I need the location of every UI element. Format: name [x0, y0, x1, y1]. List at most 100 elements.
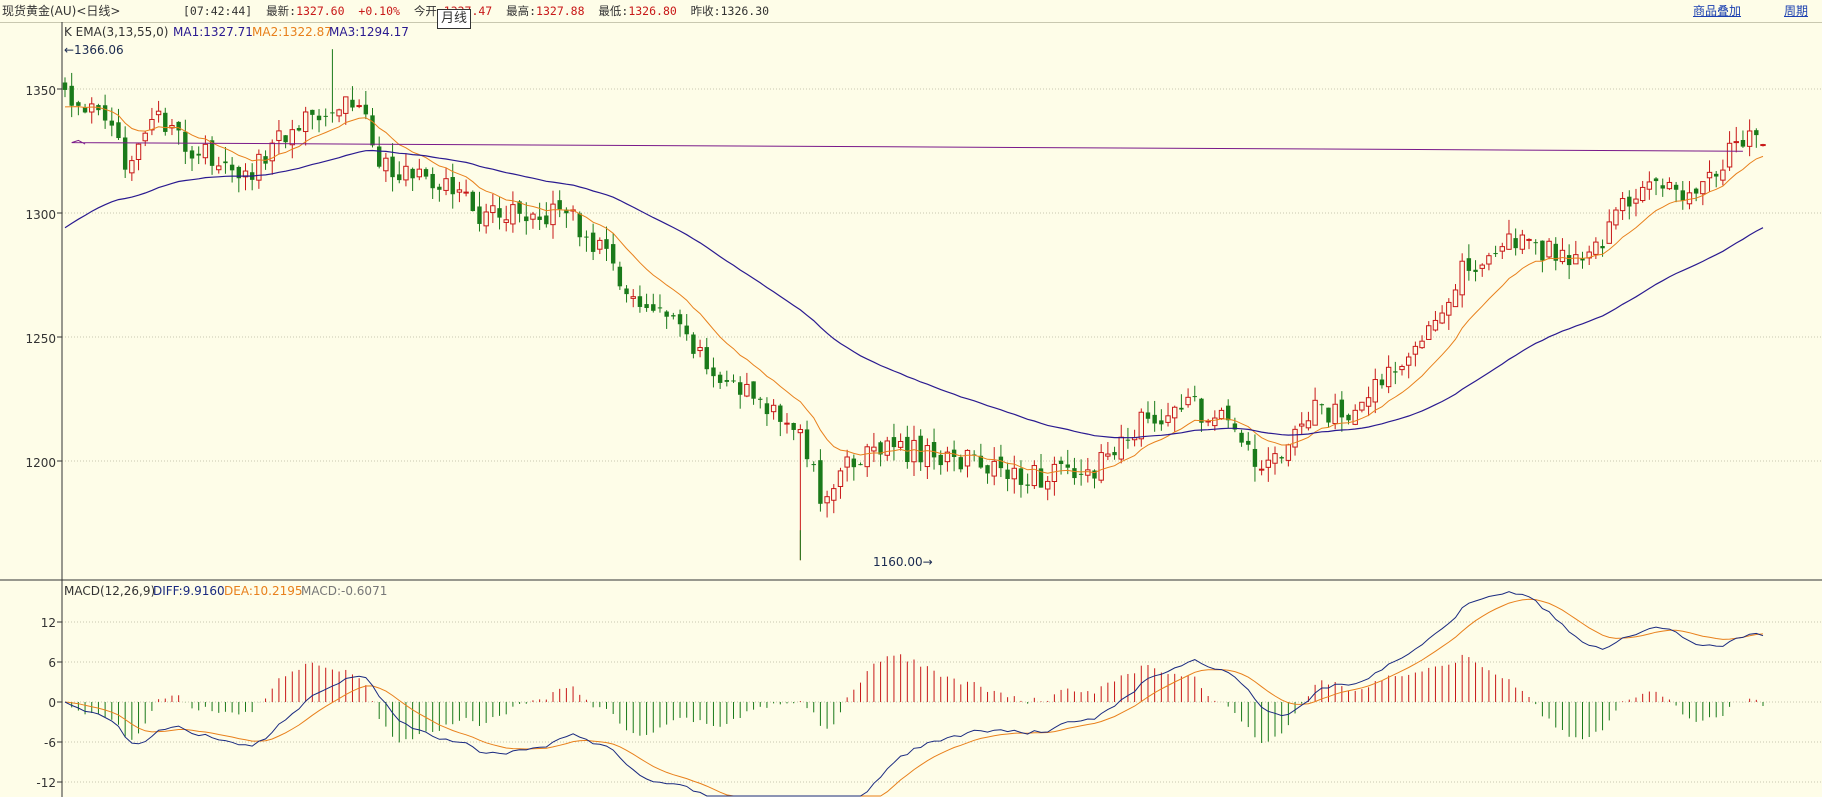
- chart-labels: K EMA(3,13,55,0) MA1:1327.71 MA2:1322.87…: [25, 25, 932, 790]
- candle-up: [630, 296, 636, 299]
- candle-up: [276, 130, 282, 141]
- candle-up: [1365, 397, 1372, 407]
- candle-up: [89, 103, 95, 113]
- candle-up: [1452, 289, 1459, 308]
- candle-up: [1700, 181, 1706, 195]
- candle-up: [456, 189, 463, 193]
- candle-down: [1192, 396, 1197, 398]
- candle-up: [1646, 181, 1653, 190]
- candle-up: [530, 213, 536, 220]
- price-tick-1300: 1300: [25, 208, 56, 222]
- candle-down: [1566, 255, 1572, 266]
- candle-down: [1246, 440, 1251, 445]
- candle-up: [1419, 340, 1425, 349]
- price-tick-1250: 1250: [25, 332, 56, 346]
- candle-up: [924, 445, 931, 468]
- candle-down: [410, 168, 415, 179]
- macd-tick-12: 12: [41, 616, 56, 630]
- candle-down: [1145, 412, 1151, 419]
- candle-up: [1746, 130, 1753, 147]
- candle-down: [102, 105, 108, 121]
- candle-up: [1138, 411, 1144, 440]
- candle-down: [223, 161, 228, 164]
- candle-up: [1706, 171, 1713, 179]
- candle-down: [1125, 439, 1131, 441]
- candle-down: [1533, 242, 1538, 244]
- candle-up: [1299, 423, 1305, 427]
- candle-down: [651, 304, 656, 311]
- candle-down: [450, 177, 455, 195]
- candle-up: [1258, 468, 1265, 471]
- candle-up: [1559, 249, 1566, 263]
- candle-up: [356, 105, 362, 108]
- candle-up: [1352, 409, 1358, 425]
- candle-up: [1479, 264, 1485, 269]
- candle-up: [1305, 420, 1312, 429]
- candle-up: [911, 439, 917, 463]
- candle-down: [764, 403, 770, 415]
- candle-up: [1760, 144, 1766, 147]
- candle-up: [1372, 379, 1378, 403]
- candle-down: [397, 174, 402, 181]
- candle-down: [1600, 246, 1605, 249]
- candle-up: [1720, 169, 1726, 181]
- candle-up: [964, 449, 971, 467]
- candle-up: [697, 347, 703, 352]
- candle-down: [1279, 457, 1284, 459]
- candle-down: [470, 191, 475, 212]
- candle-up: [463, 191, 469, 194]
- candle-up: [1105, 453, 1111, 457]
- candle-up: [383, 157, 389, 172]
- candle-down: [544, 215, 549, 225]
- price-tick-1200: 1200: [25, 456, 56, 470]
- candle-down: [1058, 460, 1064, 465]
- candle-up: [1546, 240, 1552, 258]
- candle-up: [1619, 198, 1626, 212]
- candle-down: [684, 325, 689, 335]
- candle-down: [664, 311, 669, 317]
- candle-down: [610, 244, 616, 264]
- candle-down: [791, 423, 796, 430]
- candle-down: [62, 82, 68, 90]
- candle-up: [202, 143, 209, 159]
- candle-up: [302, 111, 309, 133]
- candle-down: [1339, 399, 1345, 418]
- candle-up: [864, 446, 870, 468]
- candle-down: [122, 137, 128, 170]
- candle-up: [871, 446, 877, 452]
- candle-up: [1506, 233, 1512, 250]
- candle-down: [644, 304, 649, 309]
- candle-up: [1098, 452, 1104, 481]
- candle-up: [1446, 301, 1452, 316]
- candle-up: [1499, 246, 1505, 252]
- candle-down: [691, 334, 696, 354]
- candle-down: [1078, 473, 1084, 475]
- candle-down: [1540, 240, 1545, 261]
- candle-down: [350, 99, 355, 108]
- candle-down: [1252, 448, 1258, 467]
- candle-down: [818, 460, 823, 504]
- candle-up: [1519, 234, 1526, 250]
- candle-up: [1412, 345, 1419, 355]
- candle-up: [1526, 238, 1532, 241]
- candle-up: [403, 165, 409, 181]
- ema-lines: [64, 106, 1764, 474]
- dea-label: DEA:10.2195: [224, 584, 303, 598]
- candle-down: [1225, 405, 1231, 421]
- candle-down: [183, 131, 188, 152]
- candle-down: [1673, 184, 1679, 190]
- candle-down: [617, 266, 623, 287]
- diff-label: DIFF:9.9160: [153, 584, 225, 598]
- candles: [62, 49, 1766, 561]
- candle-down: [176, 121, 181, 131]
- chart-svg: K EMA(3,13,55,0) MA1:1327.71 MA2:1322.87…: [0, 22, 1822, 797]
- candle-down: [657, 307, 663, 309]
- candle-up: [884, 440, 890, 456]
- candle-down: [116, 122, 121, 139]
- candle-down: [931, 442, 937, 458]
- candle-up: [550, 203, 556, 226]
- candle-down: [891, 437, 897, 448]
- candle-up: [897, 440, 904, 448]
- candle-down: [1473, 269, 1478, 272]
- candle-down: [584, 236, 589, 238]
